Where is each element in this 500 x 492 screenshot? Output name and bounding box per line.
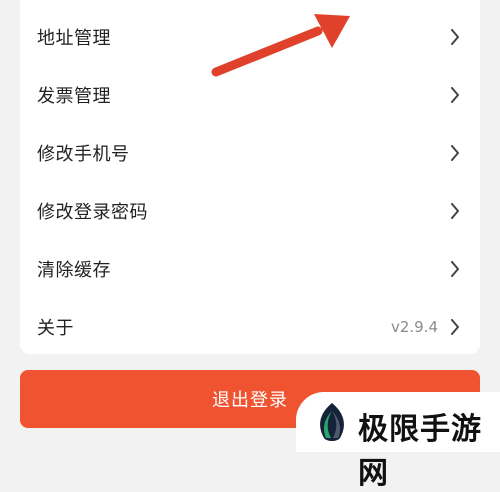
menu-item-about[interactable]: 关于 v2.9.4 xyxy=(20,298,480,356)
app-version: v2.9.4 xyxy=(390,318,438,336)
menu-item-label: 地址管理 xyxy=(37,28,111,49)
settings-menu-card: 地址管理 发票管理 修改手机号 修改登录密码 清除缓存 关于 v2.9.4 xyxy=(20,0,480,354)
chevron-right-icon xyxy=(451,145,459,161)
chevron-right-icon xyxy=(451,29,459,45)
menu-item-change-phone[interactable]: 修改手机号 xyxy=(20,124,480,182)
menu-item-label: 修改手机号 xyxy=(37,144,130,165)
chevron-right-icon xyxy=(451,203,459,219)
menu-item-invoice-management[interactable]: 发票管理 xyxy=(20,66,480,124)
chevron-right-icon xyxy=(451,261,459,277)
menu-item-clear-cache[interactable]: 清除缓存 xyxy=(20,240,480,298)
menu-item-label: 关于 xyxy=(37,318,74,339)
leaf-logo-icon xyxy=(320,403,344,441)
site-watermark: 极限手游网 xyxy=(296,392,500,491)
menu-item-label: 清除缓存 xyxy=(37,260,111,281)
menu-item-label: 修改登录密码 xyxy=(37,202,148,223)
watermark-text: 极限手游网 xyxy=(358,412,482,491)
menu-item-address-management[interactable]: 地址管理 xyxy=(20,8,480,66)
chevron-right-icon xyxy=(451,87,459,103)
menu-item-change-password[interactable]: 修改登录密码 xyxy=(20,182,480,240)
logout-label: 退出登录 xyxy=(212,390,288,411)
menu-item-label: 发票管理 xyxy=(37,86,111,107)
chevron-right-icon xyxy=(451,319,459,335)
